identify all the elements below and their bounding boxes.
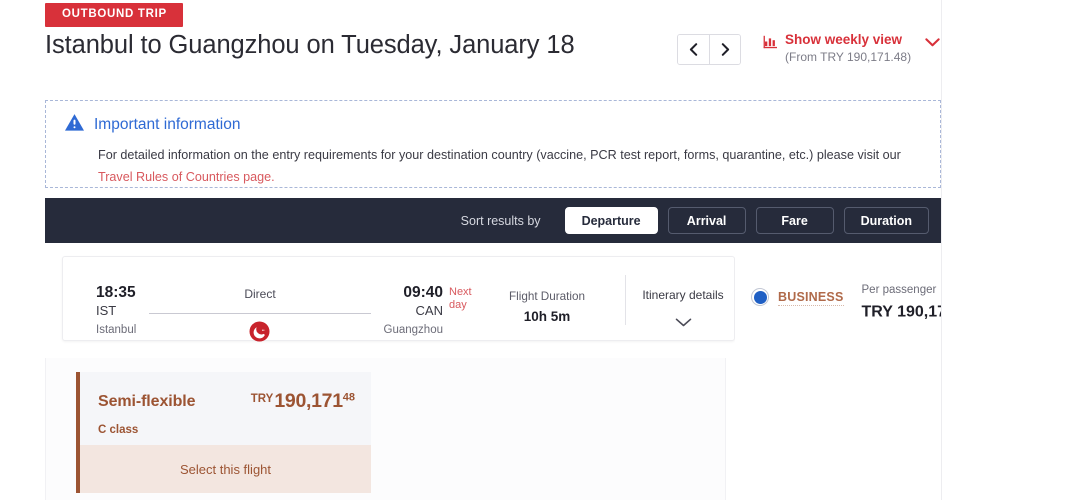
departure-airport-code: IST (96, 303, 117, 319)
business-radio-button[interactable] (751, 288, 769, 306)
sort-results-bar: Sort results by Departure Arrival Fare D… (45, 198, 941, 243)
cabin-option-business[interactable]: BUSINESS Per passenger TRY 190,17148 (751, 283, 967, 321)
chevron-right-icon (721, 43, 730, 56)
fare-currency: TRY (250, 393, 274, 405)
sort-option-fare[interactable]: Fare (755, 207, 834, 234)
departure-city: Istanbul (96, 324, 137, 337)
bar-chart-icon (763, 35, 778, 54)
fare-card-body: Semi-flexible C class TRY190,17148 (80, 372, 371, 445)
page-right-margin (942, 0, 1080, 500)
page-title: Istanbul to Guangzhou on Tuesday, Januar… (45, 31, 575, 59)
flight-duration-block: Flight Duration 10h 5m (487, 289, 607, 324)
flight-duration-value: 10h 5m (523, 308, 571, 324)
date-navigation (677, 34, 741, 65)
arrival-airport-code: CAN (415, 303, 443, 319)
fare-price: TRY190,17148 (251, 390, 355, 413)
itinerary-details-label: Itinerary details (642, 288, 724, 302)
arrival-time: 09:40 (403, 284, 443, 301)
chevron-left-icon (689, 43, 698, 56)
weekly-view-title: Show weekly view (785, 32, 903, 47)
info-banner-header: Important information (64, 114, 920, 136)
select-this-flight-button[interactable]: Select this flight (80, 445, 371, 493)
next-day-button[interactable] (709, 35, 740, 64)
chevron-down-icon (633, 314, 733, 332)
cabin-name-label: BUSINESS (778, 290, 844, 306)
show-weekly-view-toggle[interactable]: Show weekly view (From TRY 190,171.48) (763, 31, 940, 65)
weekly-view-subtitle: (From TRY 190,171.48) (785, 50, 912, 65)
stops-label: Direct (244, 287, 276, 301)
sort-results-label: Sort results by (460, 213, 541, 228)
route-line (149, 313, 371, 314)
fare-options-panel: Semi-flexible C class TRY190,17148 Selec… (45, 358, 726, 500)
departure-time: 18:35 (96, 284, 136, 301)
weekly-view-text: Show weekly view (From TRY 190,171.48) (785, 31, 911, 65)
flight-search-results-page: OUTBOUND TRIP Istanbul to Guangzhou on T… (0, 0, 1080, 500)
itinerary-details-toggle[interactable]: Itinerary details (633, 288, 733, 332)
flight-card[interactable]: 18:35 IST Istanbul Direct 09:40 CAN Guan… (62, 256, 735, 342)
arrival-segment: 09:40 CAN Guangzhou (376, 284, 443, 338)
info-banner-title: Important information (94, 116, 241, 133)
card-divider (625, 275, 626, 325)
fare-decimals: 48 (342, 391, 355, 404)
arrival-city: Guangzhou (383, 324, 443, 337)
chevron-down-icon[interactable] (925, 34, 940, 52)
sort-option-duration[interactable]: Duration (843, 207, 929, 234)
radio-selected-dot (753, 290, 767, 304)
info-banner-body: For detailed information on the entry re… (98, 145, 920, 188)
fare-card-semi-flexible[interactable]: Semi-flexible C class TRY190,17148 Selec… (76, 372, 371, 493)
previous-day-button[interactable] (678, 35, 709, 64)
cabin-currency: TRY (861, 303, 893, 321)
warning-triangle-icon (64, 113, 85, 137)
outbound-trip-badge: OUTBOUND TRIP (45, 3, 183, 27)
sort-option-departure[interactable]: Departure (564, 207, 658, 234)
sort-option-arrival[interactable]: Arrival (667, 207, 746, 234)
flight-result-row: 18:35 IST Istanbul Direct 09:40 CAN Guan… (45, 243, 967, 353)
travel-rules-link[interactable]: Travel Rules of Countries page. (98, 170, 275, 184)
info-banner-text: For detailed information on the entry re… (98, 148, 901, 162)
turkish-airlines-logo-icon (249, 321, 270, 342)
flight-duration-label: Flight Duration (508, 290, 585, 303)
fare-booking-class: C class (98, 424, 139, 436)
next-day-badge: Next day (449, 286, 472, 312)
cabin-selection-panel[interactable]: BUSINESS Per passenger TRY 190,17148 (735, 246, 967, 351)
departure-segment: 18:35 IST Istanbul (96, 284, 136, 338)
page-header: OUTBOUND TRIP Istanbul to Guangzhou on T… (45, 0, 941, 88)
fare-amount: 190,171 (274, 390, 343, 412)
important-information-banner: Important information For detailed infor… (45, 100, 941, 188)
